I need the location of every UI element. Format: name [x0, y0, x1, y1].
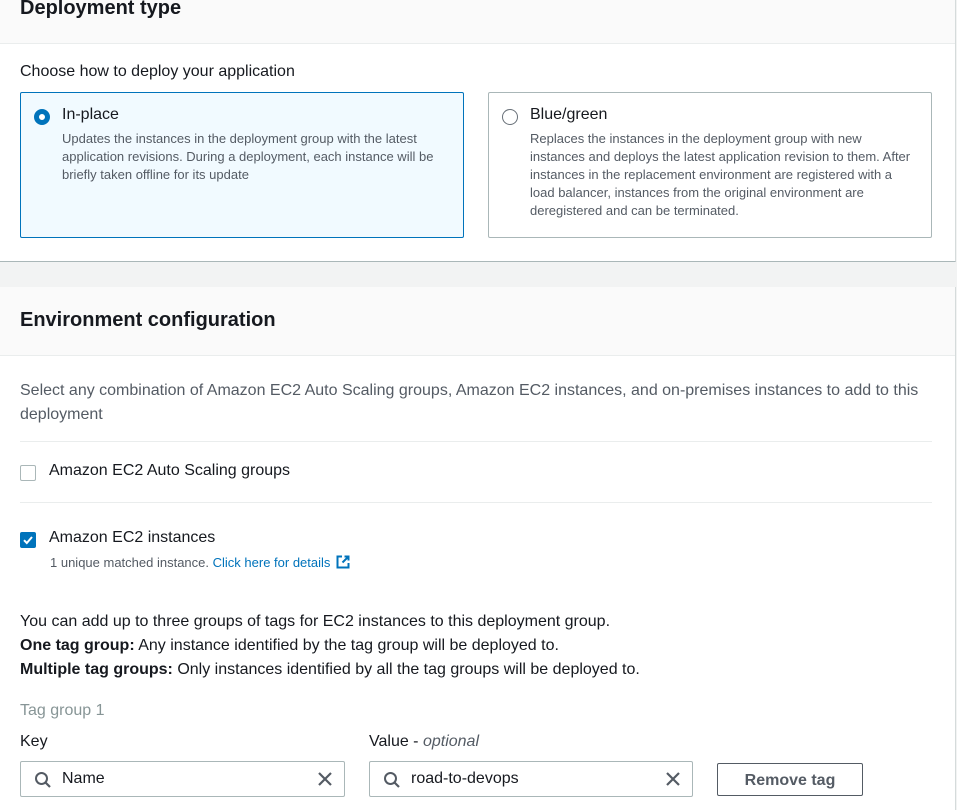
deployment-type-title: Deployment type [20, 0, 182, 19]
checkmark-icon [23, 536, 33, 545]
blue-green-radio[interactable] [502, 109, 518, 125]
deployment-type-header: Deployment type [0, 0, 955, 44]
ec2-instances-label[interactable]: Amazon EC2 instances [49, 529, 215, 547]
environment-configuration-panel: Environment configuration Select any com… [0, 287, 956, 810]
in-place-label: In-place [62, 106, 119, 123]
divider [20, 502, 932, 503]
blue-green-label: Blue/green [530, 106, 608, 123]
tag-group-title: Tag group 1 [20, 702, 105, 719]
in-place-option[interactable]: In-place Updates the instances in the de… [20, 92, 464, 238]
tag-groups-info: You can add up to three groups of tags f… [20, 613, 611, 630]
value-optional-text: optional [422, 733, 479, 750]
environment-configuration-title: Environment configuration [20, 309, 276, 331]
key-label: Key [20, 733, 48, 750]
value-input-value[interactable]: road-to-devops [411, 770, 519, 788]
in-place-description: Updates the instances in the deployment … [62, 131, 434, 182]
search-icon [383, 771, 401, 794]
remove-tag-button[interactable]: Remove tag [717, 763, 863, 796]
one-tag-group-text: Any instance identified by the tag group… [134, 637, 559, 654]
multiple-tag-groups-info: Multiple tag groups: Only instances iden… [20, 661, 640, 679]
value-label: Value - optional [369, 733, 479, 750]
multiple-tag-groups-label: Multiple tag groups: [20, 661, 173, 678]
matched-count-text: 1 unique matched instance. [50, 555, 209, 570]
deployment-type-prompt: Choose how to deploy your application [20, 63, 295, 80]
blue-green-description: Replaces the instances in the deployment… [530, 131, 911, 218]
details-link[interactable]: Click here for details [213, 555, 331, 570]
environment-description: Select any combination of Amazon EC2 Aut… [20, 382, 919, 423]
key-input-value[interactable]: Name [62, 770, 105, 788]
multiple-tag-groups-text: Only instances identified by all the tag… [172, 661, 640, 678]
divider [20, 441, 932, 442]
value-input[interactable]: road-to-devops [369, 761, 693, 797]
key-input[interactable]: Name [20, 761, 345, 797]
matched-instances-text: 1 unique matched instance. Click here fo… [50, 554, 351, 573]
deployment-type-panel: Deployment type Choose how to deploy you… [0, 0, 956, 262]
search-icon [34, 771, 52, 794]
one-tag-group-label: One tag group: [20, 637, 135, 654]
autoscaling-groups-checkbox[interactable] [20, 465, 36, 481]
autoscaling-groups-label[interactable]: Amazon EC2 Auto Scaling groups [49, 462, 290, 480]
environment-configuration-header: Environment configuration [0, 287, 955, 356]
blue-green-option[interactable]: Blue/green Replaces the instances in the… [488, 92, 932, 238]
one-tag-group-info: One tag group: Any instance identified b… [20, 637, 559, 655]
in-place-radio[interactable] [34, 109, 50, 125]
external-link-icon[interactable] [335, 554, 351, 573]
clear-key-icon[interactable] [316, 770, 334, 793]
ec2-instances-checkbox[interactable] [20, 532, 36, 548]
value-label-text: Value [369, 733, 409, 750]
clear-value-icon[interactable] [664, 770, 682, 793]
